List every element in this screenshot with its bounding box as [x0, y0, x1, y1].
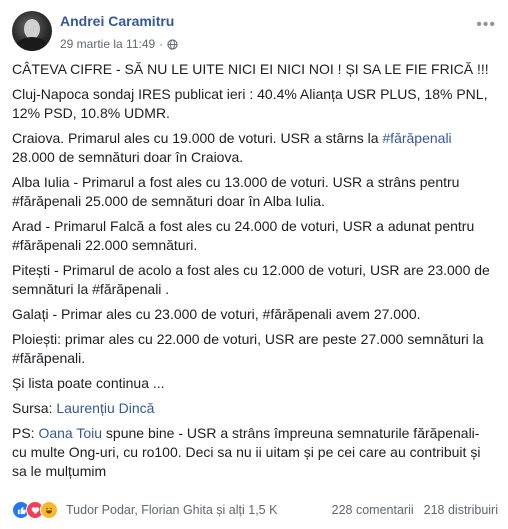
globe-icon[interactable] [167, 38, 178, 50]
meta-separator: · [159, 37, 164, 51]
paragraph-continue: Și lista poate continua ... [12, 375, 165, 391]
paragraph-galati: Galați - Primar ales cu 23.000 de voturi… [12, 306, 421, 322]
paragraph-cluj: Cluj-Napoca sondaj IRES publicat ieri : … [12, 86, 488, 121]
paragraph-craiova: Craiova. Primarul ales cu 19.000 de votu… [12, 130, 452, 165]
haha-reaction-icon [40, 501, 58, 519]
paragraph-pitesti: Pitești - Primarul de acolo a fost ales … [12, 262, 490, 297]
post-body: CÂTEVA CIFRE - SĂ NU LE UITE NICI EI NIC… [12, 60, 498, 487]
paragraph-ps: PS: Oana Toiu spune bine - USR a strâns … [12, 425, 481, 479]
paragraph-ploiesti: Ploiești: primar ales cu 22.000 de votur… [12, 331, 484, 366]
mention-profile-link[interactable]: Oana Toiu [38, 425, 102, 441]
post-stats: 228 comentarii 218 distribuiri [332, 503, 498, 517]
reaction-icons[interactable] [12, 501, 58, 519]
paragraph-title: CÂTEVA CIFRE - SĂ NU LE UITE NICI EI NIC… [12, 61, 489, 77]
reactions-bar: Tudor Podar, Florian Ghita și alți 1,5 K… [12, 500, 498, 520]
author-avatar[interactable] [12, 11, 52, 51]
reaction-names[interactable]: Tudor Podar, Florian Ghita și alți 1,5 K [66, 503, 277, 517]
paragraph-source: Sursa: Laurențiu Dincă [12, 400, 155, 416]
author-name[interactable]: Andrei Caramitru [60, 13, 174, 29]
post-meta: 29 martie la 11:49 · [60, 37, 178, 51]
paragraph-arad: Arad - Primarul Falcă a fost ales cu 24.… [12, 218, 475, 253]
facebook-post: Andrei Caramitru 29 martie la 11:49 · ••… [0, 0, 508, 529]
source-profile-link[interactable]: Laurențiu Dincă [56, 400, 154, 416]
comments-count[interactable]: 228 comentarii [332, 503, 414, 517]
paragraph-alba-iulia: Alba Iulia - Primarul a fost ales cu 13.… [12, 174, 460, 209]
shares-count[interactable]: 218 distribuiri [424, 503, 498, 517]
hashtag-link[interactable]: #fărăpenali [382, 130, 451, 146]
post-timestamp[interactable]: 29 martie la 11:49 [60, 37, 155, 51]
more-options-icon[interactable]: ••• [476, 16, 496, 34]
